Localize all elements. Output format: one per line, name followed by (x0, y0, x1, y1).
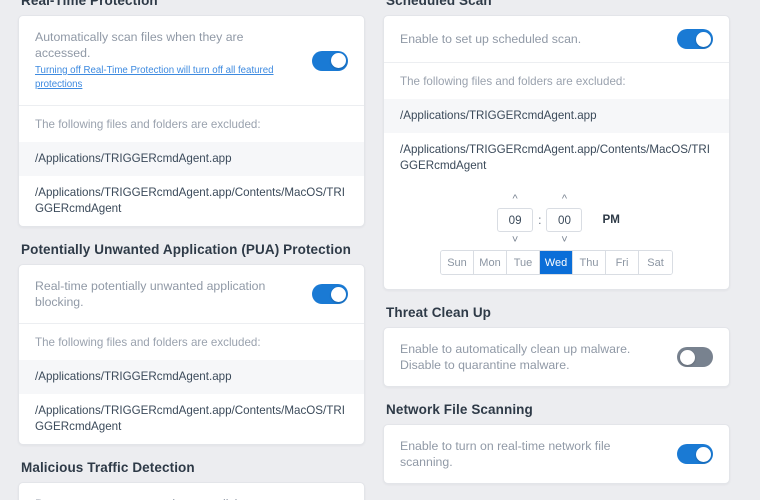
toggle-knob (695, 31, 711, 47)
realtime-excluded-header: The following files and folders are excl… (35, 118, 261, 131)
malicious-traffic-label: Detect programs connecting to malicious … (35, 496, 300, 500)
minute-stepper[interactable]: ^ 00 ˅ (542, 193, 586, 247)
threat-clean-up-label: Enable to automatically clean up malware… (400, 342, 631, 372)
section-realtime-protection: Real-Time Protection Automatically scan … (18, 0, 365, 227)
network-file-scanning-toggle-row: Enable to turn on real-time network file… (384, 425, 729, 483)
day-option-sat[interactable]: Sat (639, 251, 672, 274)
card-network-file-scanning: Enable to turn on real-time network file… (383, 424, 730, 484)
left-column: Real-Time Protection Automatically scan … (18, 0, 365, 500)
scheduled-scan-excluded-header: The following files and folders are excl… (400, 75, 626, 88)
day-option-fri[interactable]: Fri (606, 251, 639, 274)
realtime-protection-label: Automatically scan files when they are a… (35, 30, 244, 60)
scheduled-scan-toggle[interactable] (677, 29, 713, 49)
meridiem-label[interactable]: PM (602, 213, 619, 226)
section-title-realtime-protection: Real-Time Protection (21, 0, 158, 8)
excluded-path-row[interactable]: /Applications/TRIGGERcmdAgent.app/Conten… (19, 176, 364, 226)
excluded-path-row[interactable]: /Applications/TRIGGERcmdAgent.app (19, 142, 364, 176)
pua-protection-toggle[interactable] (312, 284, 348, 304)
row-texts: Enable to automatically clean up malware… (400, 341, 640, 373)
day-option-sun[interactable]: Sun (441, 251, 474, 274)
chevron-down-icon[interactable]: ˅ (512, 234, 518, 247)
realtime-protection-toggle-row: Automatically scan files when they are a… (19, 16, 364, 105)
network-file-scanning-toggle[interactable] (677, 444, 713, 464)
realtime-protection-toggle[interactable] (312, 50, 348, 71)
toggle-knob (679, 349, 695, 365)
chevron-up-icon[interactable]: ^ (513, 193, 518, 206)
excluded-path-row[interactable]: /Applications/TRIGGERcmdAgent.app/Conten… (384, 133, 729, 183)
excluded-path-row[interactable]: /Applications/TRIGGERcmdAgent.app (19, 360, 364, 394)
threat-clean-up-toggle[interactable] (677, 347, 713, 367)
excluded-path-row[interactable]: /Applications/TRIGGERcmdAgent.app (384, 99, 729, 133)
section-title-threat-clean-up: Threat Clean Up (386, 305, 492, 320)
network-file-scanning-label: Enable to turn on real-time network file… (400, 439, 611, 469)
time-rows: ^ 09 ˅ : ^ 00 ˅ PM (493, 193, 620, 247)
row-texts: Automatically scan files when they are a… (35, 29, 300, 92)
day-option-mon[interactable]: Mon (474, 251, 507, 274)
card-scheduled-scan: Enable to set up scheduled scan. The fol… (383, 15, 730, 290)
settings-page: Real-Time Protection Automatically scan … (0, 0, 760, 500)
threat-clean-up-toggle-row: Enable to automatically clean up malware… (384, 328, 729, 386)
toggle-knob (695, 446, 711, 462)
section-title-malicious-traffic: Malicious Traffic Detection (21, 460, 195, 475)
section-pua-protection: Potentially Unwanted Application (PUA) P… (18, 242, 365, 445)
day-option-thu[interactable]: Thu (573, 251, 606, 274)
section-title-pua-protection: Potentially Unwanted Application (PUA) P… (21, 242, 351, 257)
right-column: Scheduled Scan Enable to set up schedule… (383, 0, 730, 500)
pua-protection-toggle-row: Real-time potentially unwanted applicati… (19, 265, 364, 323)
row-texts: Real-time potentially unwanted applicati… (35, 278, 300, 310)
pua-protection-label: Real-time potentially unwanted applicati… (35, 279, 266, 309)
day-option-wed[interactable]: Wed (540, 251, 573, 274)
day-option-tue[interactable]: Tue (507, 251, 540, 274)
section-scheduled-scan: Scheduled Scan Enable to set up schedule… (383, 0, 730, 290)
scheduled-scan-toggle-row: Enable to set up scheduled scan. (384, 16, 729, 62)
realtime-protection-warning-link[interactable]: Turning off Real-Time Protection will tu… (35, 64, 300, 92)
day-of-week-selector: Sun Mon Tue Wed Thu Fri Sat (440, 250, 673, 275)
malicious-traffic-toggle-row: Detect programs connecting to malicious … (19, 483, 364, 500)
scheduled-scan-timepicker: ^ 09 ˅ : ^ 00 ˅ PM Sun Mon Tue Wed Thu F… (384, 183, 729, 289)
section-title-scheduled-scan: Scheduled Scan (386, 0, 492, 8)
section-threat-clean-up: Threat Clean Up Enable to automatically … (383, 305, 730, 387)
row-texts: Detect programs connecting to malicious … (35, 496, 300, 500)
row-texts: Enable to set up scheduled scan. (400, 31, 665, 47)
hour-stepper[interactable]: ^ 09 ˅ (493, 193, 537, 247)
toggle-knob (330, 286, 346, 302)
card-pua-protection: Real-time potentially unwanted applicati… (18, 264, 365, 445)
row-texts: Enable to turn on real-time network file… (400, 438, 665, 470)
section-network-file-scanning: Network File Scanning Enable to turn on … (383, 402, 730, 484)
pua-excluded-header: The following files and folders are excl… (35, 336, 261, 349)
chevron-down-icon[interactable]: ˅ (561, 234, 567, 247)
card-malicious-traffic: Detect programs connecting to malicious … (18, 482, 365, 500)
scheduled-scan-label: Enable to set up scheduled scan. (400, 32, 582, 46)
card-threat-clean-up: Enable to automatically clean up malware… (383, 327, 730, 387)
excluded-path-row[interactable]: /Applications/TRIGGERcmdAgent.app/Conten… (19, 394, 364, 444)
minute-value[interactable]: 00 (546, 208, 583, 232)
chevron-up-icon[interactable]: ^ (562, 193, 567, 206)
toggle-knob (330, 53, 346, 68)
card-realtime-protection: Automatically scan files when they are a… (18, 15, 365, 227)
hour-value[interactable]: 09 (497, 208, 534, 232)
section-title-network-file-scanning: Network File Scanning (386, 402, 533, 417)
section-malicious-traffic: Malicious Traffic Detection Detect progr… (18, 460, 365, 500)
